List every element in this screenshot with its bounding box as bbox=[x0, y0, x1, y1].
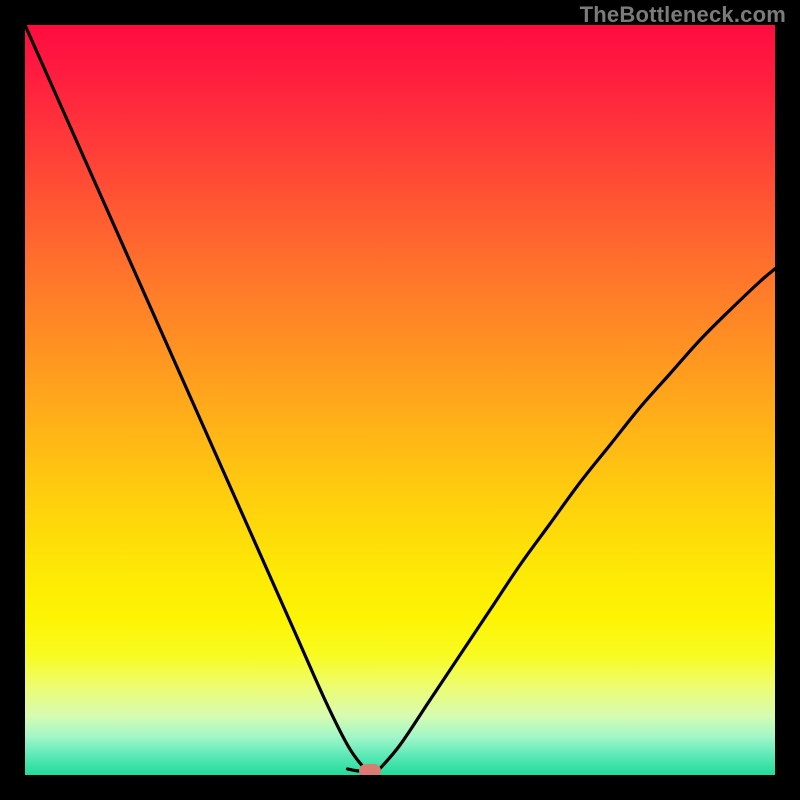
curve-path bbox=[25, 25, 775, 771]
bottleneck-curve bbox=[25, 25, 775, 775]
optimal-point-marker bbox=[359, 764, 381, 775]
plot-area bbox=[25, 25, 775, 775]
watermark-text: TheBottleneck.com bbox=[580, 2, 786, 28]
chart-frame: TheBottleneck.com bbox=[0, 0, 800, 800]
